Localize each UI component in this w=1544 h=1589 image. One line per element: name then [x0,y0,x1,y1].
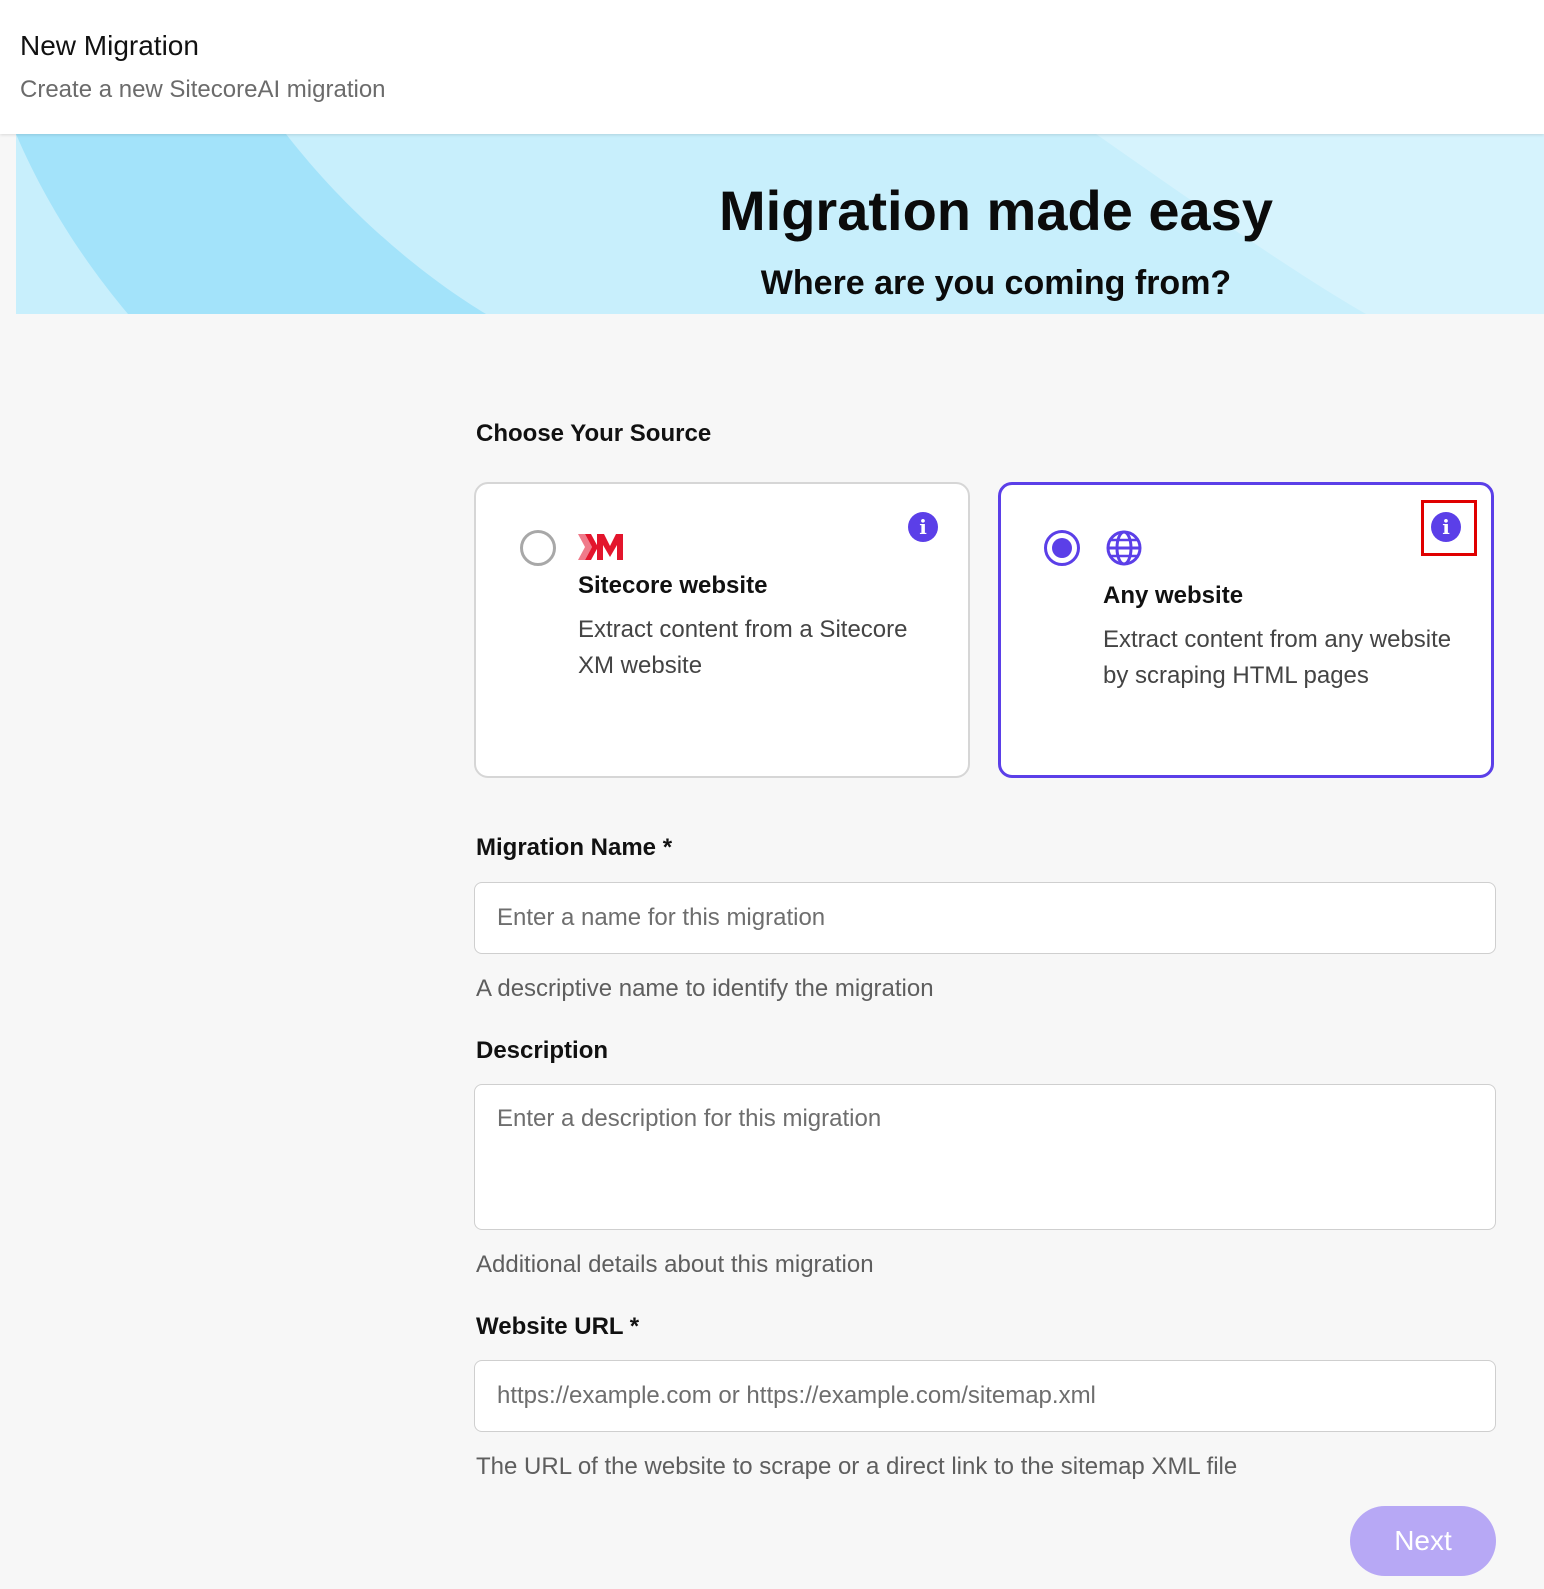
migration-name-help: A descriptive name to identify the migra… [476,975,934,1002]
next-button[interactable]: Next [1350,1506,1496,1576]
website-url-input[interactable] [474,1360,1496,1432]
banner-headline: Migration made easy [719,179,1273,242]
page-title: New Migration [20,30,199,61]
description-label: Description [476,1037,609,1064]
any-website-option-description: Extract content from any website by scra… [1103,626,1452,689]
source-section-label: Choose Your Source [476,420,712,447]
globe-icon [1105,529,1143,572]
source-option-any-website[interactable]: i Any website Extract content from any w… [998,482,1494,778]
description-textarea[interactable] [474,1084,1496,1230]
page-header: New Migration Create a new SitecoreAI mi… [0,0,1544,134]
sitecore-radio[interactable] [520,530,556,566]
sitecore-option-title: Sitecore website [578,572,768,599]
hero-banner: Migration made easy Where are you coming… [16,134,1544,314]
sitecore-option-description: Extract content from a Sitecore XM websi… [578,616,908,679]
migration-name-label: Migration Name * [476,834,673,861]
any-website-radio[interactable] [1044,530,1080,566]
source-option-sitecore[interactable]: i Sitecore website Extract content from … [474,482,970,778]
xm-logo-icon [578,532,624,567]
migration-name-input[interactable] [474,882,1496,954]
page-subtitle: Create a new SitecoreAI migration [20,76,386,103]
info-icon[interactable]: i [908,512,938,542]
website-url-help: The URL of the website to scrape or a di… [476,1453,1238,1480]
description-help: Additional details about this migration [476,1251,874,1278]
any-website-option-title: Any website [1103,582,1244,609]
banner-subheadline: Where are you coming from? [760,264,1232,302]
website-url-label: Website URL * [476,1313,640,1340]
info-icon[interactable]: i [1431,512,1461,542]
